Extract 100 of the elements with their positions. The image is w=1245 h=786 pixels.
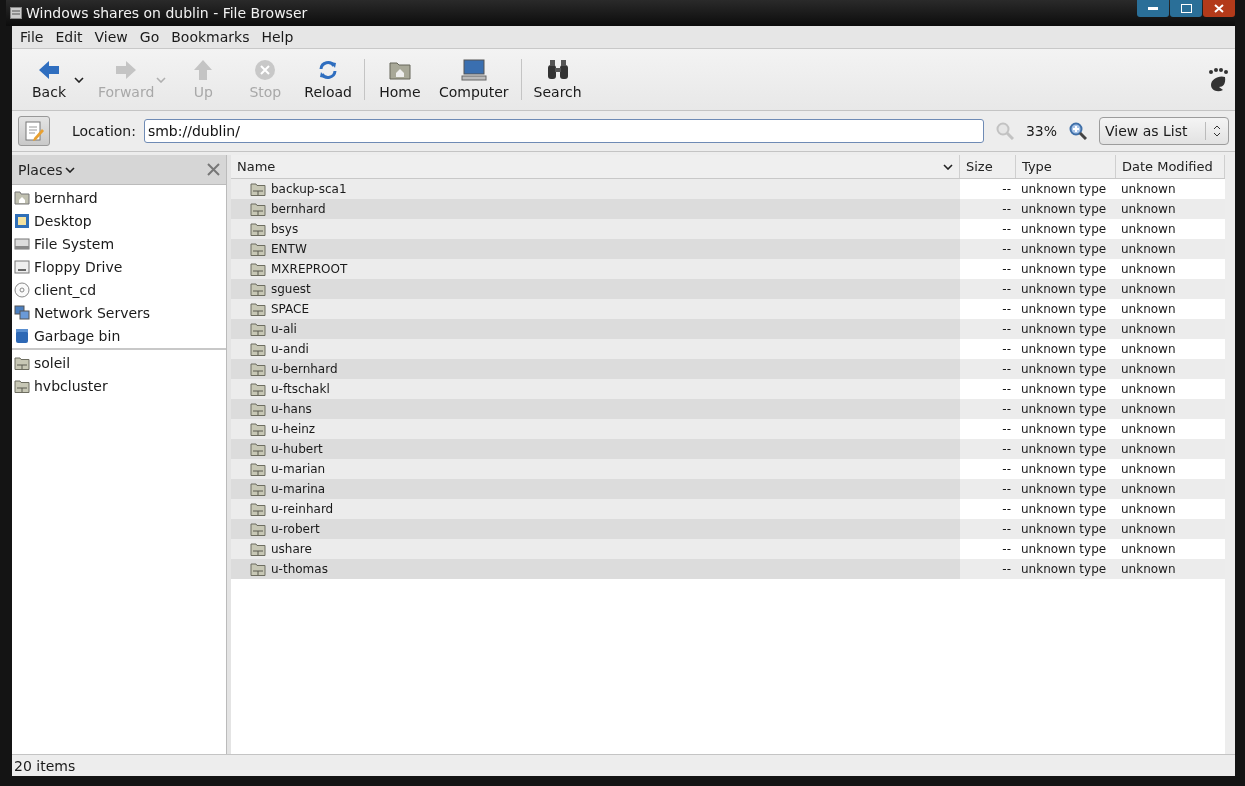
share-folder-icon (250, 462, 266, 476)
network-servers-icon (14, 304, 30, 321)
table-cell: unknown type (1021, 562, 1107, 576)
maximize-icon (1180, 4, 1192, 13)
search-button[interactable]: Search (525, 49, 590, 110)
sidebar-item[interactable]: Desktop (12, 209, 226, 232)
places-dropdown[interactable]: Places (18, 161, 75, 178)
table-cell: unknown (1121, 262, 1176, 276)
menu-item[interactable]: File (14, 29, 50, 45)
table-cell: unknown type (1021, 382, 1107, 396)
back-button[interactable]: Back (18, 49, 80, 110)
table-cell: unknown type (1021, 282, 1107, 296)
sidebar-item-label: Garbage bin (34, 327, 121, 344)
table-cell: -- (1002, 262, 1011, 276)
column-header[interactable]: Size (960, 155, 1016, 178)
table-cell: u-reinhard (271, 502, 334, 516)
table-cell: unknown type (1021, 462, 1107, 476)
view-mode-select[interactable]: View as List (1099, 117, 1229, 145)
table-cell: unknown type (1021, 542, 1107, 556)
table-cell: unknown (1121, 322, 1176, 336)
share-folder-icon (250, 542, 266, 556)
sidebar-item-label: hvbcluster (34, 377, 108, 394)
sidebar-item[interactable]: bernhard (12, 186, 226, 209)
table-cell: unknown type (1021, 202, 1107, 216)
table-cell: unknown type (1021, 522, 1107, 536)
home-button[interactable]: Home (368, 49, 431, 110)
up-arrow-icon (192, 59, 215, 81)
menu-item[interactable]: Help (255, 29, 300, 45)
table-cell: -- (1002, 382, 1011, 396)
column-header[interactable]: Name (231, 155, 960, 178)
close-button[interactable] (1203, 0, 1235, 17)
sidebar-item-label: Floppy Drive (34, 258, 123, 275)
table-cell: -- (1002, 362, 1011, 376)
share-folder-icon (250, 402, 266, 416)
table-cell: -- (1002, 342, 1011, 356)
sidebar-item[interactable]: soleil (12, 351, 226, 374)
menu-item[interactable]: Edit (49, 29, 89, 45)
table-cell: u-thomas (271, 562, 328, 576)
computer-icon (460, 59, 487, 81)
window-icon (10, 7, 22, 19)
sidebar-item[interactable]: hvbcluster (12, 374, 226, 397)
sidebar-item-label: Desktop (34, 212, 92, 229)
sidebar-item[interactable]: File System (12, 232, 226, 255)
share-folder-icon (250, 322, 266, 336)
share-folder-icon (250, 242, 266, 256)
table-cell: unknown type (1021, 302, 1107, 316)
table-cell: -- (1002, 242, 1011, 256)
table-cell: sguest (271, 282, 311, 296)
table-cell: MXREPROOT (271, 262, 348, 276)
table-cell: unknown (1121, 542, 1176, 556)
floppy-drive-icon (14, 259, 30, 274)
menu-item[interactable]: View (88, 29, 134, 45)
menu-item[interactable]: Go (133, 29, 166, 45)
share-folder-icon (250, 282, 266, 296)
table-cell: u-hans (271, 402, 312, 416)
table-cell: unknown (1121, 302, 1176, 316)
share-folder-icon (250, 262, 266, 276)
table-cell: unknown (1121, 382, 1176, 396)
column-header[interactable]: Date Modified (1116, 155, 1225, 178)
maximize-button[interactable] (1170, 0, 1202, 17)
table-cell: ushare (271, 542, 312, 556)
location-field[interactable]: smb://dublin/ (143, 119, 984, 143)
table-cell: unknown (1121, 402, 1176, 416)
table-cell: unknown (1121, 222, 1176, 236)
table-cell: unknown type (1021, 402, 1107, 416)
column-header[interactable]: Type (1016, 155, 1116, 178)
share-folder-icon (250, 342, 266, 356)
up-down-arrows-icon (1213, 125, 1221, 137)
table-cell: u-bernhard (271, 362, 338, 376)
minimize-button[interactable] (1137, 0, 1169, 17)
sidebar-item[interactable]: Floppy Drive (12, 255, 226, 278)
table-cell: unknown type (1021, 222, 1107, 236)
location-toggle-button[interactable] (18, 116, 50, 146)
sidebar-item[interactable]: Network Servers (12, 301, 226, 324)
table-cell: u-ftschakl (271, 382, 330, 396)
computer-button[interactable]: Computer (430, 49, 517, 110)
binoculars-icon (545, 59, 570, 81)
share-folder-icon (250, 382, 266, 396)
share-folder-icon (250, 302, 266, 316)
table-cell: unknown type (1021, 362, 1107, 376)
reload-button[interactable]: Reload (296, 49, 360, 110)
sort-caret-icon (943, 163, 953, 170)
close-sidebar-button[interactable] (207, 163, 220, 176)
table-cell: unknown type (1021, 322, 1107, 336)
sidebar-item[interactable]: Garbage bin (12, 324, 226, 347)
stop-icon (254, 59, 277, 81)
share-folder-icon (250, 562, 266, 576)
table-cell: -- (1002, 422, 1011, 436)
table-cell: u-marian (271, 462, 326, 476)
menu-item[interactable]: Bookmarks (165, 29, 256, 45)
table-cell: unknown type (1021, 342, 1107, 356)
table-cell: u-robert (271, 522, 320, 536)
table-cell: -- (1002, 502, 1011, 516)
table-cell: unknown type (1021, 502, 1107, 516)
table-cell: bsys (271, 222, 299, 236)
zoom-out-icon (995, 122, 1014, 140)
table-cell: -- (1002, 542, 1011, 556)
sidebar-item[interactable]: client_cd (12, 278, 226, 301)
table-cell: unknown type (1021, 422, 1107, 436)
zoom-in-icon (1069, 122, 1087, 140)
